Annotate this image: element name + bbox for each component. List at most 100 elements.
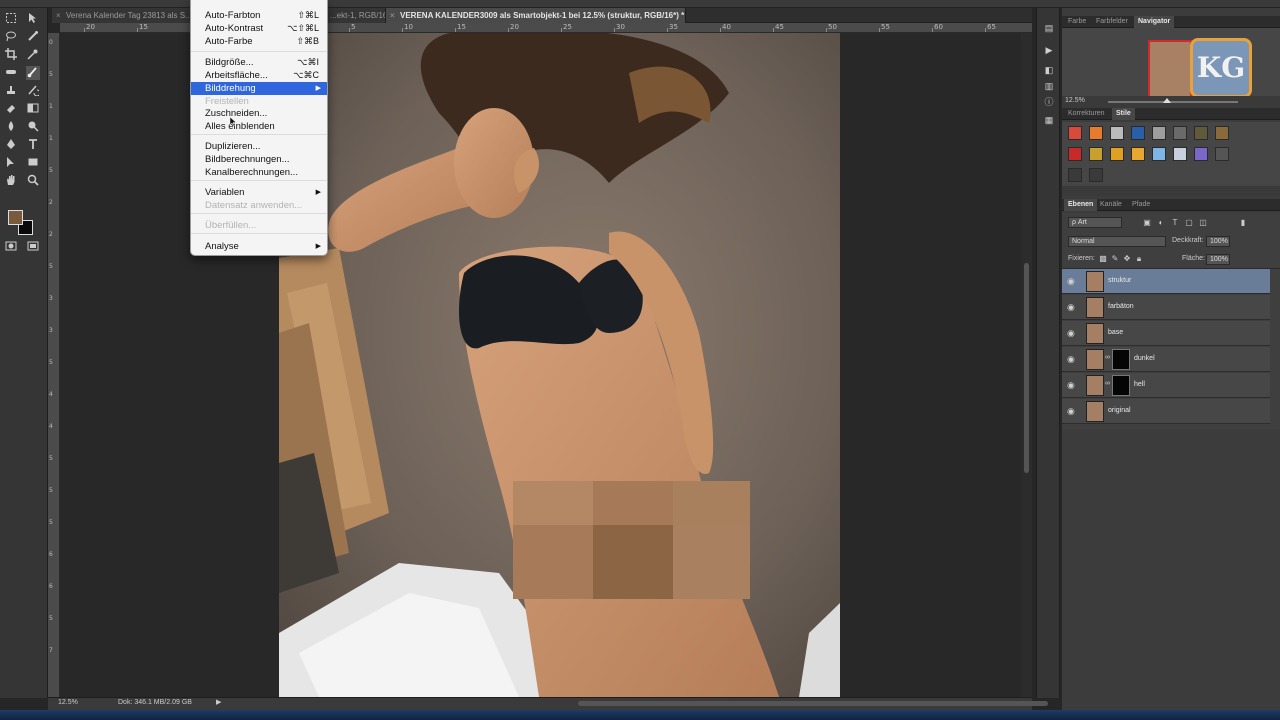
lock-position-icon[interactable]: ✥ bbox=[1122, 254, 1132, 264]
tab-swatches[interactable]: Farbfelder bbox=[1092, 16, 1132, 28]
marquee-tool-icon[interactable] bbox=[4, 12, 18, 26]
status-menu-arrow-icon[interactable]: ▶ bbox=[216, 698, 221, 706]
move-tool-icon[interactable] bbox=[26, 12, 40, 26]
actions-play-icon[interactable]: ▶ bbox=[1042, 44, 1056, 56]
tab-layers[interactable]: Ebenen bbox=[1064, 199, 1098, 211]
menu-item-auto-farbton[interactable]: Auto-Farbton ⇧⌘L bbox=[191, 9, 327, 22]
layer-row-farbäton[interactable]: ◉ farbäton bbox=[1062, 295, 1270, 320]
layer-visibility-eye-icon[interactable]: ◉ bbox=[1067, 328, 1079, 338]
quick-mask-icon[interactable] bbox=[4, 240, 18, 254]
layer-row-hell[interactable]: ◉ ∞ hell bbox=[1062, 373, 1270, 398]
blend-mode-select[interactable]: Normal bbox=[1068, 236, 1166, 247]
history-brush-tool-icon[interactable] bbox=[26, 84, 41, 98]
screen-mode-icon[interactable] bbox=[26, 240, 40, 254]
document-tab-1[interactable]: × Verena Kalender Tag 23813 als S... bbox=[52, 8, 192, 23]
horizontal-scrollbar[interactable] bbox=[268, 699, 1048, 709]
style-swatch[interactable] bbox=[1194, 147, 1208, 161]
layer-thumbnail[interactable] bbox=[1086, 375, 1104, 396]
foreground-color-swatch[interactable] bbox=[8, 210, 23, 225]
layer-visibility-eye-icon[interactable]: ◉ bbox=[1067, 276, 1079, 286]
menu-item-analyse[interactable]: Analyse ▶ bbox=[191, 240, 327, 253]
style-swatch[interactable] bbox=[1173, 147, 1187, 161]
tab-close-icon[interactable]: × bbox=[56, 8, 61, 23]
menu-item-auto-farbe[interactable]: Auto-Farbe ⇧⌘B bbox=[191, 35, 327, 48]
stamp-tool-icon[interactable] bbox=[4, 84, 18, 98]
layer-mask-link-icon[interactable]: ∞ bbox=[1105, 380, 1110, 387]
quick-select-tool-icon[interactable] bbox=[26, 30, 40, 44]
rectangle-tool-icon[interactable] bbox=[26, 156, 40, 170]
horizontal-scroll-thumb[interactable] bbox=[578, 701, 1048, 706]
layer-visibility-eye-icon[interactable]: ◉ bbox=[1067, 406, 1079, 416]
menu-item-arbeitsfläche[interactable]: Arbeitsfläche... ⌥⌘C bbox=[191, 69, 327, 82]
style-swatch[interactable] bbox=[1089, 147, 1103, 161]
navigator-zoom-slider[interactable] bbox=[1108, 98, 1238, 103]
style-swatch[interactable] bbox=[1068, 126, 1082, 140]
navigator-preview[interactable]: KG bbox=[1062, 28, 1280, 104]
layer-visibility-eye-icon[interactable]: ◉ bbox=[1067, 380, 1079, 390]
info-panel-icon[interactable]: ⓘ bbox=[1042, 96, 1056, 108]
dodge-tool-icon[interactable] bbox=[26, 120, 40, 134]
tab-adjustments[interactable]: Korrekturen bbox=[1064, 108, 1109, 120]
style-swatch-empty[interactable] bbox=[1068, 168, 1082, 182]
zoom-tool-icon[interactable] bbox=[26, 174, 40, 188]
filter-type-icon[interactable]: T bbox=[1170, 218, 1180, 228]
layer-visibility-eye-icon[interactable]: ◉ bbox=[1067, 302, 1079, 312]
lasso-tool-icon[interactable] bbox=[4, 30, 18, 44]
layer-mask-thumbnail[interactable] bbox=[1112, 375, 1130, 396]
filter-adjustment-icon[interactable]: ◐ bbox=[1156, 218, 1166, 228]
navigator-thumbnail[interactable] bbox=[1148, 40, 1192, 98]
layer-thumbnail[interactable] bbox=[1086, 349, 1104, 370]
tab-navigator[interactable]: Navigator bbox=[1134, 16, 1175, 28]
layer-row-dunkel[interactable]: ◉ ∞ dunkel bbox=[1062, 347, 1270, 372]
gradient-tool-icon[interactable] bbox=[26, 102, 40, 116]
history-panel-icon[interactable]: ▤ bbox=[1042, 22, 1056, 34]
menu-item-bilddrehung[interactable]: Bilddrehung ▶ bbox=[191, 82, 327, 95]
tab-color[interactable]: Farbe bbox=[1064, 16, 1090, 28]
properties-panel-icon[interactable]: ◧ bbox=[1042, 64, 1056, 76]
status-zoom-field[interactable]: 12.5% bbox=[58, 699, 78, 706]
vertical-scroll-thumb[interactable] bbox=[1024, 263, 1029, 473]
document-canvas-image[interactable] bbox=[279, 33, 840, 697]
filter-shape-icon[interactable]: ▢ bbox=[1184, 218, 1194, 228]
layer-thumbnail[interactable] bbox=[1086, 323, 1104, 344]
style-swatch[interactable] bbox=[1152, 147, 1166, 161]
menu-item-duplizieren[interactable]: Duplizieren... bbox=[191, 140, 327, 153]
menu-item-zuschneiden[interactable]: Zuschneiden... bbox=[191, 107, 327, 120]
blur-tool-icon[interactable] bbox=[4, 120, 18, 134]
histogram-panel-icon[interactable]: ▥ bbox=[1042, 80, 1056, 92]
layer-filter-select[interactable]: ρ Art bbox=[1068, 217, 1122, 228]
lock-transparency-icon[interactable]: ▩ bbox=[1098, 254, 1108, 264]
document-tab-2[interactable]: ...ekt-1, RGB/16*) * bbox=[328, 8, 386, 23]
tab-styles[interactable]: Stile bbox=[1112, 108, 1135, 120]
navigator-zoom-value[interactable]: 12.5% bbox=[1065, 97, 1085, 104]
style-swatch[interactable] bbox=[1173, 126, 1187, 140]
layer-thumbnail[interactable] bbox=[1086, 401, 1104, 422]
layer-thumbnail[interactable] bbox=[1086, 297, 1104, 318]
style-swatch[interactable] bbox=[1068, 147, 1082, 161]
layer-row-original[interactable]: ◉ original bbox=[1062, 399, 1270, 424]
menu-item-auto-kontrast[interactable]: Auto-Kontrast ⌥⇧⌘L bbox=[191, 22, 327, 35]
style-swatch[interactable] bbox=[1089, 126, 1103, 140]
vertical-scrollbar[interactable] bbox=[1021, 33, 1032, 697]
type-tool-icon[interactable] bbox=[26, 138, 40, 152]
tab-close-icon[interactable]: × bbox=[390, 8, 395, 23]
style-swatch[interactable] bbox=[1110, 147, 1124, 161]
menu-item-bildberechnungen[interactable]: Bildberechnungen... bbox=[191, 153, 327, 166]
filter-smart-object-icon[interactable]: ◫ bbox=[1198, 218, 1208, 228]
style-swatch[interactable] bbox=[1215, 126, 1229, 140]
layer-mask-link-icon[interactable]: ∞ bbox=[1105, 354, 1110, 361]
menu-item-kanalberechnungen[interactable]: Kanalberechnungen... bbox=[191, 166, 327, 179]
navigator-zoom-knob[interactable] bbox=[1162, 98, 1171, 103]
opacity-input[interactable]: 100% bbox=[1206, 236, 1230, 247]
healing-brush-tool-icon[interactable] bbox=[4, 66, 18, 80]
ruler-vertical[interactable]: 0 5 1 1 5 2 2 5 3 3 5 4 4 5 5 5 6 6 5 7 bbox=[48, 33, 60, 697]
style-swatch[interactable] bbox=[1131, 147, 1145, 161]
filter-toggle-icon[interactable]: ▮ bbox=[1238, 218, 1248, 228]
menu-item-alles-einblenden[interactable]: Alles einblenden bbox=[191, 120, 327, 133]
hand-tool-icon[interactable] bbox=[4, 174, 18, 188]
layer-row-struktur[interactable]: ◉ struktur bbox=[1062, 269, 1270, 294]
style-swatch[interactable] bbox=[1110, 126, 1124, 140]
style-swatch-empty[interactable] bbox=[1089, 168, 1103, 182]
layer-thumbnail[interactable] bbox=[1086, 271, 1104, 292]
tab-paths[interactable]: Pfade bbox=[1128, 199, 1154, 211]
